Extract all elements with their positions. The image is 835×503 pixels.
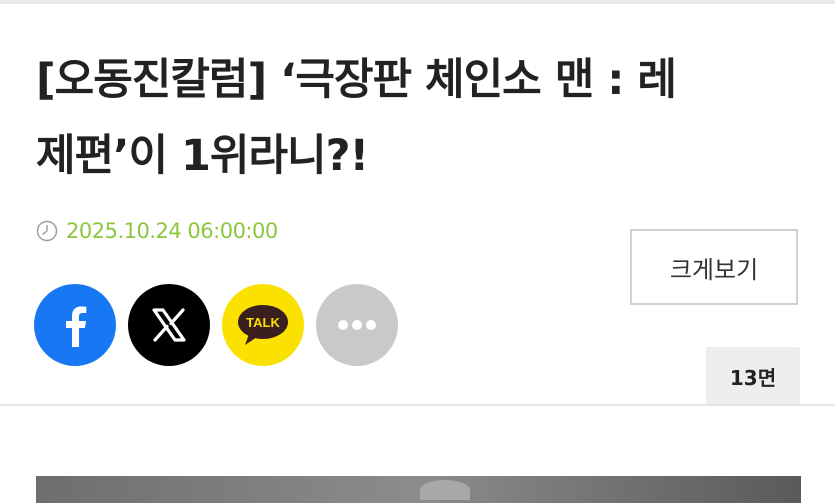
headline-line-1: [오동진칼럼] ‘극장판 체인소 맨 : 레 — [36, 55, 677, 105]
share-kakaotalk-button[interactable]: TALK — [222, 284, 304, 366]
share-facebook-button[interactable] — [34, 284, 116, 366]
share-buttons: TALK — [34, 284, 398, 366]
headline-line-2: 제편’이 1위라니?! — [36, 131, 369, 181]
photo-detail — [420, 480, 470, 500]
kakaotalk-icon: TALK — [238, 305, 288, 345]
x-icon — [152, 308, 186, 342]
article-page: [오동진칼럼] ‘극장판 체인소 맨 : 레 제편’이 1위라니?! 2025.… — [0, 0, 835, 503]
more-dots-icon — [338, 320, 376, 330]
kakaotalk-label: TALK — [246, 315, 280, 330]
top-divider — [0, 0, 835, 4]
enlarge-view-button[interactable]: 크게보기 — [630, 229, 798, 305]
share-x-button[interactable] — [128, 284, 210, 366]
article-headline: [오동진칼럼] ‘극장판 체인소 맨 : 레 제편’이 1위라니?! — [36, 42, 806, 194]
clock-icon — [36, 220, 58, 242]
publish-date: 2025.10.24 06:00:00 — [66, 219, 278, 243]
print-page-badge: 13면 — [706, 347, 800, 405]
publish-dateline: 2025.10.24 06:00:00 — [36, 216, 278, 246]
facebook-icon — [66, 306, 87, 347]
share-more-button[interactable] — [316, 284, 398, 366]
article-photo — [36, 476, 801, 503]
section-divider — [0, 404, 835, 406]
